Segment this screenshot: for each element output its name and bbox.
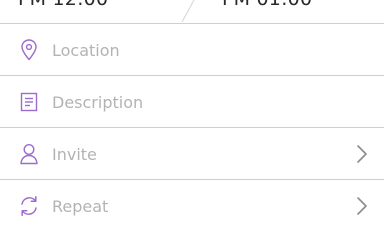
note-icon [18, 90, 40, 114]
time-divider [181, 0, 195, 23]
repeat-icon [18, 194, 40, 216]
end-time[interactable]: PM 01:00 [222, 0, 312, 10]
invite-label: Invite [52, 144, 97, 164]
chevron-right-icon [357, 145, 367, 163]
start-time[interactable]: PM 12:00 [18, 0, 108, 10]
repeat-label: Repeat [52, 196, 109, 216]
location-placeholder: Location [52, 40, 120, 60]
location-field[interactable]: Location [0, 24, 384, 76]
location-pin-icon [18, 38, 40, 62]
description-field[interactable]: Description [0, 76, 384, 128]
repeat-row[interactable]: Repeat [0, 180, 384, 216]
person-icon [18, 142, 40, 166]
description-placeholder: Description [52, 92, 144, 112]
invite-row[interactable]: Invite [0, 128, 384, 180]
event-editor: PM 12:00 PM 01:00 Location Description [0, 0, 384, 216]
time-range-row: PM 12:00 PM 01:00 [0, 0, 384, 23]
chevron-right-icon [357, 197, 367, 215]
